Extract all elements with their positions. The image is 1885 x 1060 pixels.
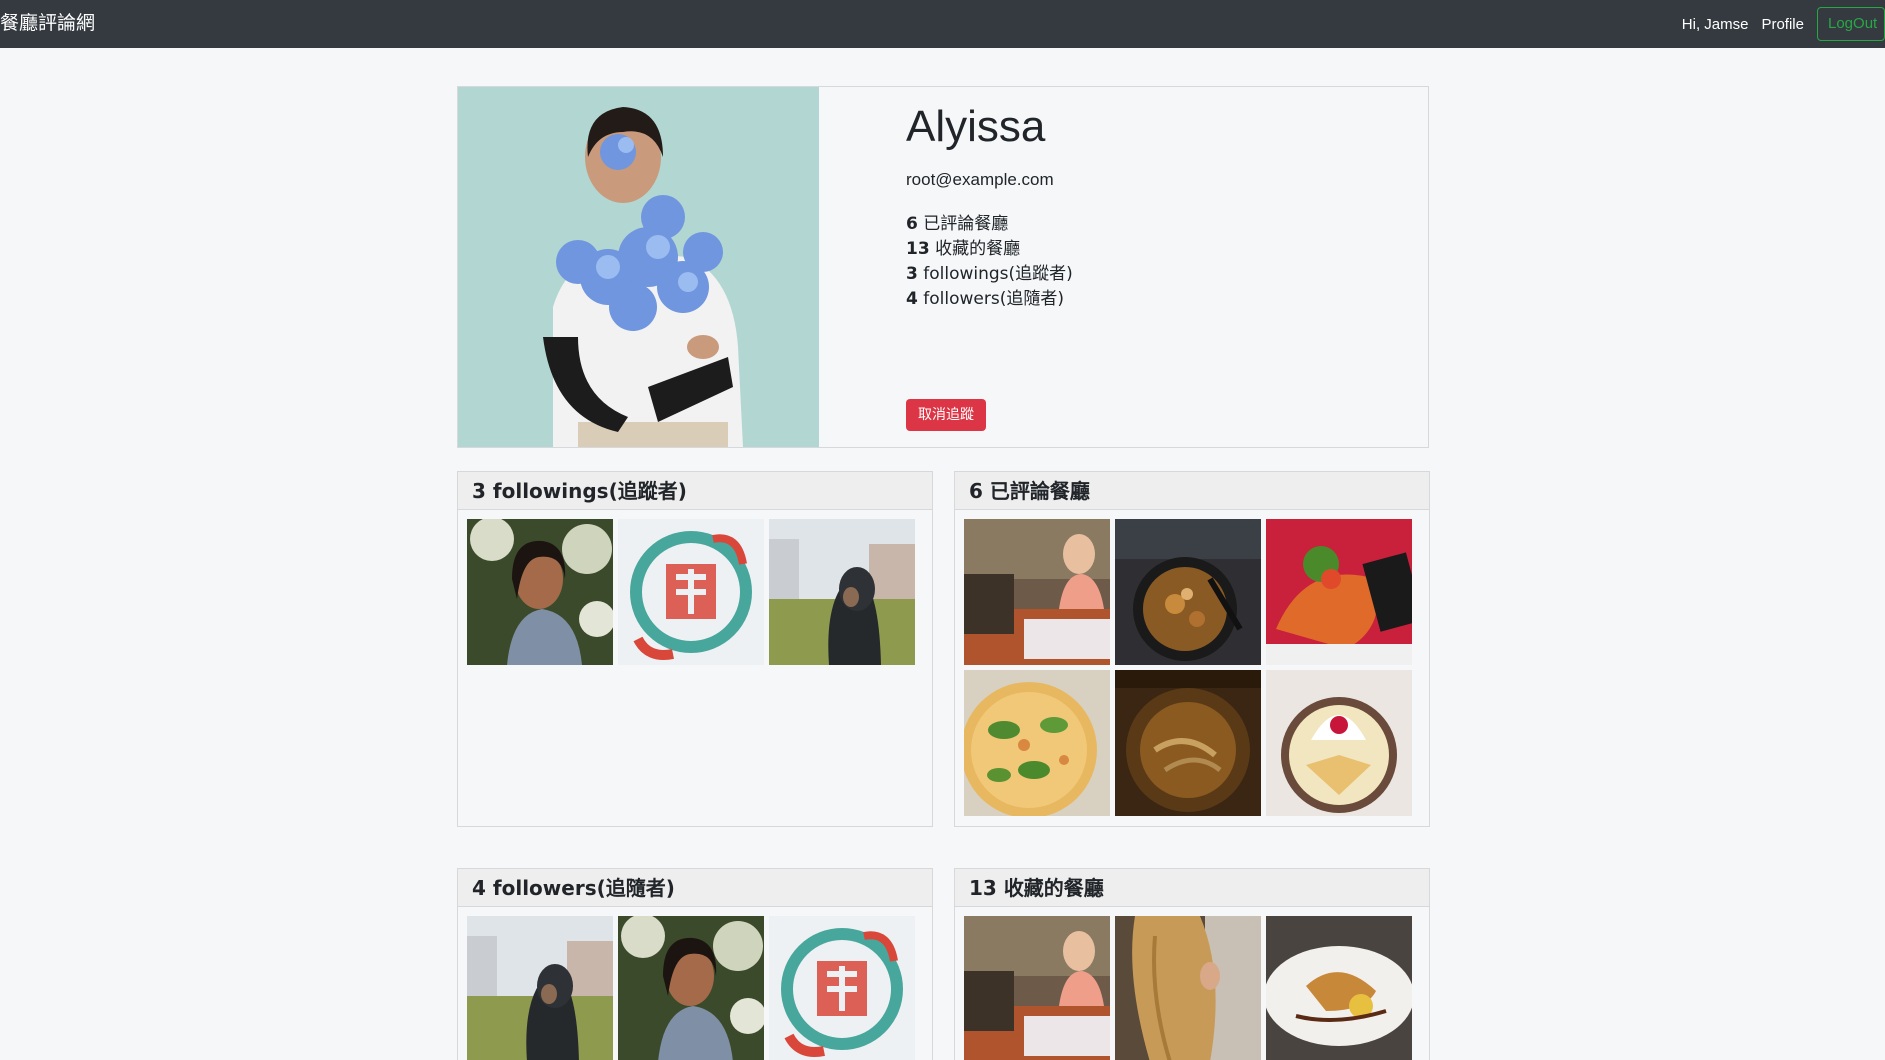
panel-count: 13 <box>969 876 997 900</box>
following-avatar[interactable] <box>618 519 764 665</box>
panel-count: 6 <box>969 479 983 503</box>
stat-label: 收藏的餐廳 <box>935 239 1021 259</box>
stat-label: followings(追蹤者) <box>923 264 1073 284</box>
following-avatar[interactable] <box>467 519 613 665</box>
restaurant-thumbnail[interactable] <box>1266 916 1412 1060</box>
restaurant-thumbnail[interactable] <box>1266 519 1412 665</box>
stat-count: 6 <box>906 214 918 234</box>
restaurant-thumbnail[interactable] <box>1115 670 1261 816</box>
stat-commented: 6 已評論餐廳 <box>906 212 1386 237</box>
profile-info: Alyissa root@example.com 6 已評論餐廳 13 收藏的餐… <box>906 101 1386 312</box>
stat-followers: 4 followers(追隨者) <box>906 287 1386 312</box>
restaurant-thumbnail[interactable] <box>964 519 1110 665</box>
commented-restaurants-panel: 6 已評論餐廳 <box>954 471 1430 827</box>
followers-panel: 4 followers(追隨者) <box>457 868 933 1060</box>
restaurant-thumbnail[interactable] <box>1266 670 1412 816</box>
top-navbar: 餐廳評論網 Hi, Jamse Profile LogOut <box>0 0 1885 48</box>
profile-name: Alyissa <box>906 102 1046 151</box>
panel-header: 6 已評論餐廳 <box>955 472 1429 510</box>
stat-count: 4 <box>906 289 918 309</box>
follower-avatar[interactable] <box>618 916 764 1060</box>
panel-title: followings(追蹤者) <box>492 479 687 503</box>
brand-logo[interactable]: 餐廳評論網 <box>0 10 95 36</box>
stat-count: 3 <box>906 264 918 284</box>
nav-right: Hi, Jamse Profile LogOut <box>1682 7 1885 41</box>
panel-title: 收藏的餐廳 <box>1003 876 1104 900</box>
panel-header: 4 followers(追隨者) <box>458 869 932 907</box>
panel-title: followers(追隨者) <box>492 876 675 900</box>
restaurant-thumbnail[interactable] <box>1115 519 1261 665</box>
stat-label: 已評論餐廳 <box>923 214 1009 234</box>
followings-panel: 3 followings(追蹤者) <box>457 471 933 827</box>
profile-link[interactable]: Profile <box>1761 16 1804 33</box>
following-avatar[interactable] <box>769 519 915 665</box>
panel-count: 4 <box>472 876 486 900</box>
follower-avatar[interactable] <box>467 916 613 1060</box>
restaurant-thumbnail[interactable] <box>964 670 1110 816</box>
stat-followings: 3 followings(追蹤者) <box>906 262 1386 287</box>
panel-title: 已評論餐廳 <box>989 479 1090 503</box>
panel-header: 13 收藏的餐廳 <box>955 869 1429 907</box>
stat-count: 13 <box>906 239 930 259</box>
stat-label: followers(追隨者) <box>923 289 1064 309</box>
logout-button[interactable]: LogOut <box>1817 7 1885 41</box>
restaurant-thumbnail[interactable] <box>964 916 1110 1060</box>
favorited-restaurants-panel: 13 收藏的餐廳 <box>954 868 1430 1060</box>
stat-favorited: 13 收藏的餐廳 <box>906 237 1386 262</box>
profile-email: root@example.com <box>906 170 1054 189</box>
follower-avatar[interactable] <box>769 916 915 1060</box>
avatar <box>458 87 819 447</box>
panel-header: 3 followings(追蹤者) <box>458 472 932 510</box>
profile-card: Alyissa root@example.com 6 已評論餐廳 13 收藏的餐… <box>457 86 1429 448</box>
unfollow-button[interactable]: 取消追蹤 <box>906 399 986 431</box>
restaurant-thumbnail[interactable] <box>1115 916 1261 1060</box>
greeting-text: Hi, Jamse <box>1681 15 1749 33</box>
panel-count: 3 <box>472 479 486 503</box>
profile-stats: 6 已評論餐廳 13 收藏的餐廳 3 followings(追蹤者) 4 fol… <box>906 212 1386 312</box>
